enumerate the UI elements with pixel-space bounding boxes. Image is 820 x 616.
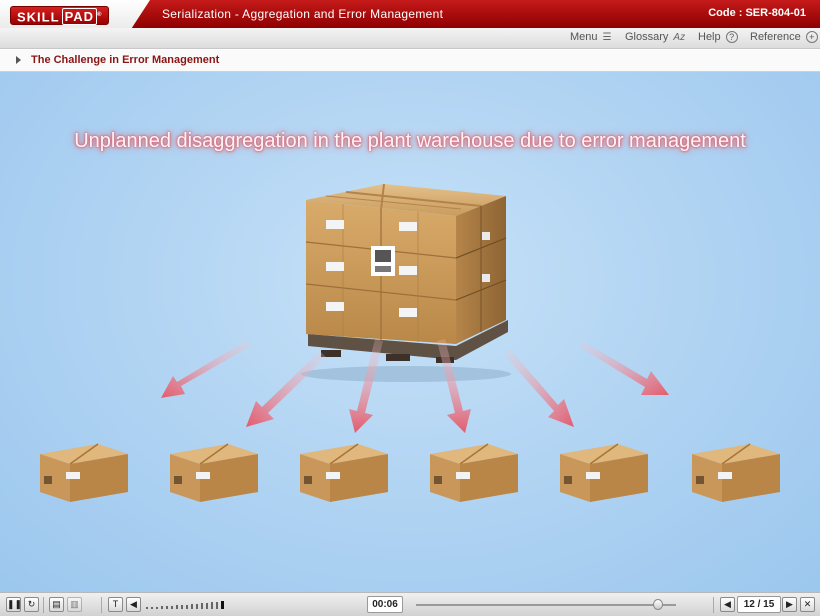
audio-button[interactable]: ◀: [126, 597, 141, 612]
az-icon: Az: [673, 31, 686, 43]
arrow-3: [349, 339, 383, 433]
arrow-5: [504, 349, 574, 427]
next-button[interactable]: ▶: [782, 597, 797, 612]
help-icon: ?: [725, 31, 738, 43]
course-code: Code : SER-804-01: [708, 7, 806, 19]
logo-skill-text: SKILL: [17, 9, 60, 25]
menu-button[interactable]: Menu ☰: [570, 31, 612, 43]
menu-label: Menu: [570, 31, 598, 43]
help-button[interactable]: Help ?: [698, 31, 738, 43]
arrow-4: [437, 339, 471, 433]
elapsed-time: 00:06: [367, 596, 403, 613]
glossary-label: Glossary: [625, 31, 669, 43]
slide-stage: Unplanned disaggregation in the plant wa…: [0, 72, 820, 592]
divider: [43, 597, 44, 613]
transcript-button[interactable]: T: [108, 597, 123, 612]
progress-handle[interactable]: [652, 599, 663, 610]
carton-box-4: [430, 443, 518, 502]
menu-lines-icon: ☰: [602, 31, 612, 43]
arrow-6: [579, 341, 669, 395]
volume-slider[interactable]: [146, 601, 230, 609]
arrow-2: [246, 351, 326, 427]
glossary-button[interactable]: Glossary Az: [625, 31, 685, 43]
reference-button[interactable]: Reference +: [750, 31, 818, 43]
text-t-icon: T: [112, 599, 119, 609]
notes-button[interactable]: ▤: [49, 597, 64, 612]
carton-box-5: [560, 443, 648, 502]
breadcrumb: The Challenge in Error Management: [0, 50, 820, 72]
pause-button[interactable]: ❚❚: [6, 597, 23, 612]
close-icon: ✕: [803, 599, 812, 609]
progress-bar[interactable]: [416, 599, 676, 610]
page-separator: /: [757, 599, 761, 610]
replay-button[interactable]: ↻: [24, 597, 39, 612]
carton-box-2: [170, 443, 258, 502]
player-controls: ❚❚ ↻ ▤ ▥ T ◀ 00:06 ◀ 12 / 15 ▶ ✕: [0, 592, 820, 616]
print-button[interactable]: ▥: [67, 597, 82, 612]
logo-pad-text: PAD: [61, 8, 98, 26]
plus-circle-icon: +: [805, 31, 818, 43]
speaker-icon: ◀: [130, 599, 137, 609]
breadcrumb-title: The Challenge in Error Management: [31, 54, 220, 66]
page-current: 12: [743, 599, 755, 610]
course-title: Serialization - Aggregation and Error Ma…: [162, 7, 444, 21]
carton-box-1: [40, 443, 128, 502]
reference-label: Reference: [750, 31, 801, 43]
menu-bar: Menu ☰ Glossary Az Help ? Reference +: [0, 28, 820, 49]
document-icon: ▤: [52, 599, 61, 609]
next-arrow-icon: ▶: [786, 599, 793, 609]
triangle-right-icon: [16, 56, 21, 64]
slide-headline: Unplanned disaggregation in the plant wa…: [74, 130, 746, 152]
pause-icon: ❚❚: [7, 599, 23, 609]
page-indicator: 12 / 15: [737, 596, 781, 613]
replay-icon: ↻: [27, 599, 36, 609]
previous-button[interactable]: ◀: [720, 597, 735, 612]
logo-mark: ®: [97, 12, 103, 18]
skillpad-logo: SKILL PAD ®: [10, 6, 110, 26]
help-label: Help: [698, 31, 721, 43]
close-button[interactable]: ✕: [800, 597, 815, 612]
divider: [713, 597, 714, 613]
print-icon: ▥: [70, 599, 79, 609]
divider: [101, 597, 102, 613]
prev-arrow-icon: ◀: [724, 599, 731, 609]
carton-box-6: [692, 443, 780, 502]
page-total: 15: [763, 599, 775, 610]
carton-box-3: [300, 443, 388, 502]
